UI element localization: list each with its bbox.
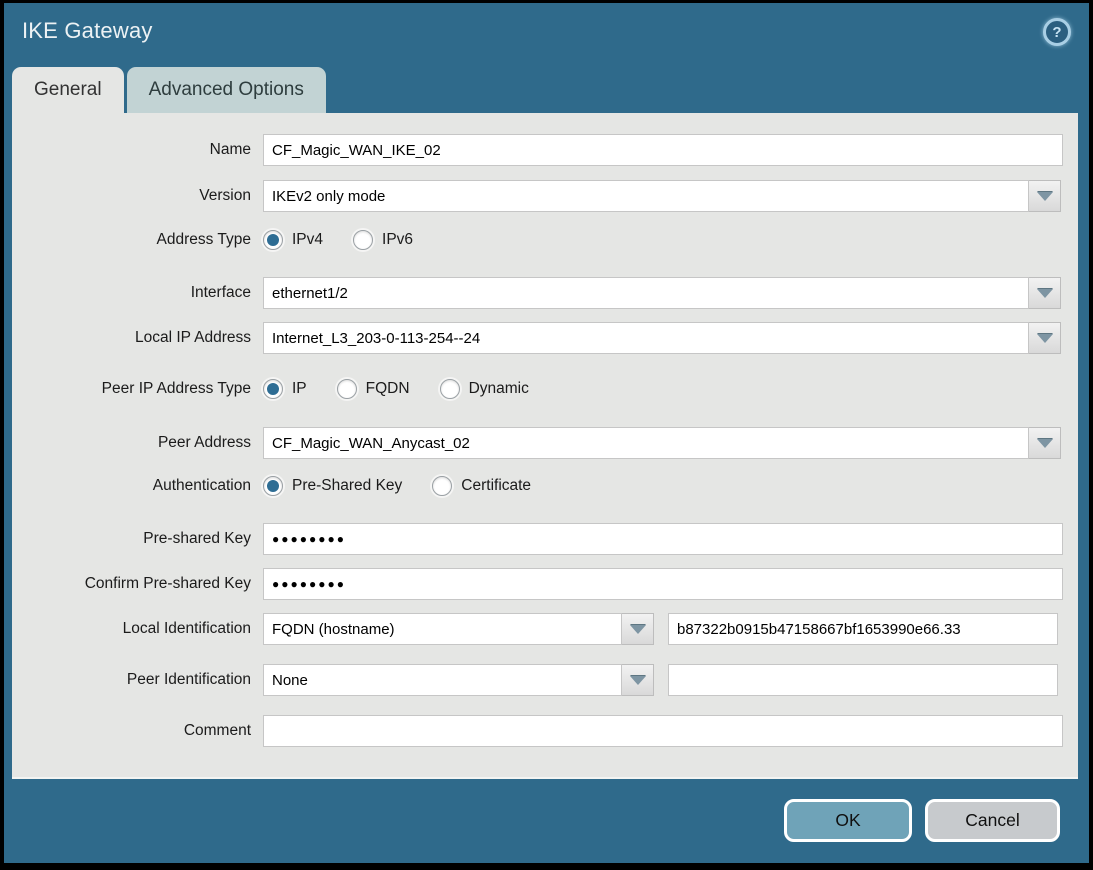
- radio-circle-icon: [353, 230, 373, 250]
- pre-shared-key-input[interactable]: [263, 523, 1063, 555]
- footer: OK Cancel: [4, 799, 1089, 842]
- peer-ip-address-type-row: Peer IP Address Type IP FQDN Dynamic: [12, 376, 1078, 402]
- radio-circle-icon: [263, 476, 283, 496]
- tab-general[interactable]: General: [12, 67, 124, 113]
- peer-identification-type-input[interactable]: [263, 664, 622, 696]
- interface-dropdown-button[interactable]: [1029, 277, 1061, 309]
- radio-ip[interactable]: IP: [263, 379, 307, 399]
- version-label: Version: [12, 187, 251, 205]
- pre-shared-key-row: Pre-shared Key: [12, 523, 1078, 555]
- tab-advanced-options[interactable]: Advanced Options: [127, 67, 326, 113]
- radio-fqdn[interactable]: FQDN: [337, 379, 410, 399]
- radio-circle-icon: [440, 379, 460, 399]
- peer-address-dropdown-button[interactable]: [1029, 427, 1061, 459]
- local-identification-type-combobox: [263, 613, 654, 645]
- radio-pre-shared-key[interactable]: Pre-Shared Key: [263, 476, 402, 496]
- pre-shared-key-label: Pre-shared Key: [12, 530, 251, 548]
- confirm-pre-shared-key-input[interactable]: [263, 568, 1063, 600]
- radio-psk-label: Pre-Shared Key: [292, 477, 402, 495]
- authentication-row: Authentication Pre-Shared Key Certificat…: [12, 473, 1078, 499]
- local-identification-type-input[interactable]: [263, 613, 622, 645]
- peer-address-input[interactable]: [263, 427, 1029, 459]
- version-row: Version: [12, 180, 1078, 212]
- interface-row: Interface: [12, 277, 1078, 309]
- radio-ipv4[interactable]: IPv4: [263, 230, 323, 250]
- local-identification-value-input[interactable]: [668, 613, 1058, 645]
- radio-certificate[interactable]: Certificate: [432, 476, 531, 496]
- radio-ipv4-label: IPv4: [292, 231, 323, 249]
- peer-identification-label: Peer Identification: [12, 671, 251, 689]
- confirm-pre-shared-key-label: Confirm Pre-shared Key: [12, 575, 251, 593]
- version-dropdown-button[interactable]: [1029, 180, 1061, 212]
- local-identification-dropdown-button[interactable]: [622, 613, 654, 645]
- authentication-label: Authentication: [12, 477, 251, 495]
- chevron-down-icon: [630, 625, 646, 634]
- radio-dynamic[interactable]: Dynamic: [440, 379, 529, 399]
- peer-identification-value-input[interactable]: [668, 664, 1058, 696]
- version-combobox: [263, 180, 1061, 212]
- interface-label: Interface: [12, 284, 251, 302]
- local-ip-address-dropdown-button[interactable]: [1029, 322, 1061, 354]
- titlebar: IKE Gateway ?: [4, 3, 1089, 67]
- radio-dynamic-label: Dynamic: [469, 380, 529, 398]
- peer-identification-row: Peer Identification: [12, 664, 1078, 696]
- local-ip-address-label: Local IP Address: [12, 329, 251, 347]
- name-row: Name: [12, 134, 1078, 166]
- radio-ip-label: IP: [292, 380, 307, 398]
- ok-button[interactable]: OK: [784, 799, 912, 842]
- interface-input[interactable]: [263, 277, 1029, 309]
- peer-ip-address-type-label: Peer IP Address Type: [12, 380, 251, 398]
- local-identification-row: Local Identification: [12, 613, 1078, 645]
- local-ip-address-input[interactable]: [263, 322, 1029, 354]
- chevron-down-icon: [1037, 439, 1053, 448]
- chevron-down-icon: [1037, 334, 1053, 343]
- peer-identification-type-combobox: [263, 664, 654, 696]
- name-label: Name: [12, 141, 251, 159]
- radio-certificate-label: Certificate: [461, 477, 531, 495]
- interface-combobox: [263, 277, 1061, 309]
- dialog-title: IKE Gateway: [22, 18, 153, 44]
- general-tab-panel: Name Version Address Type IPv4: [12, 113, 1078, 779]
- address-type-row: Address Type IPv4 IPv6: [12, 227, 1078, 253]
- help-icon[interactable]: ?: [1043, 18, 1071, 46]
- peer-address-row: Peer Address: [12, 427, 1078, 459]
- radio-ipv6[interactable]: IPv6: [353, 230, 413, 250]
- authentication-radio-group: Pre-Shared Key Certificate: [263, 473, 561, 499]
- radio-circle-icon: [337, 379, 357, 399]
- radio-circle-icon: [263, 230, 283, 250]
- peer-ip-type-radio-group: IP FQDN Dynamic: [263, 376, 559, 402]
- chevron-down-icon: [630, 676, 646, 685]
- radio-circle-icon: [432, 476, 452, 496]
- address-type-radio-group: IPv4 IPv6: [263, 227, 443, 253]
- cancel-button[interactable]: Cancel: [925, 799, 1060, 842]
- comment-row: Comment: [12, 715, 1078, 747]
- chevron-down-icon: [1037, 289, 1053, 298]
- radio-circle-icon: [263, 379, 283, 399]
- radio-fqdn-label: FQDN: [366, 380, 410, 398]
- ike-gateway-dialog: IKE Gateway ? General Advanced Options N…: [0, 0, 1093, 870]
- peer-address-label: Peer Address: [12, 434, 251, 452]
- local-ip-address-row: Local IP Address: [12, 322, 1078, 354]
- name-input[interactable]: [263, 134, 1063, 166]
- local-identification-label: Local Identification: [12, 620, 251, 638]
- version-input[interactable]: [263, 180, 1029, 212]
- peer-address-combobox: [263, 427, 1061, 459]
- confirm-pre-shared-key-row: Confirm Pre-shared Key: [12, 568, 1078, 600]
- address-type-label: Address Type: [12, 231, 251, 249]
- chevron-down-icon: [1037, 192, 1053, 201]
- local-ip-address-combobox: [263, 322, 1061, 354]
- tab-bar: General Advanced Options: [12, 67, 1089, 113]
- peer-identification-dropdown-button[interactable]: [622, 664, 654, 696]
- comment-input[interactable]: [263, 715, 1063, 747]
- radio-ipv6-label: IPv6: [382, 231, 413, 249]
- comment-label: Comment: [12, 722, 251, 740]
